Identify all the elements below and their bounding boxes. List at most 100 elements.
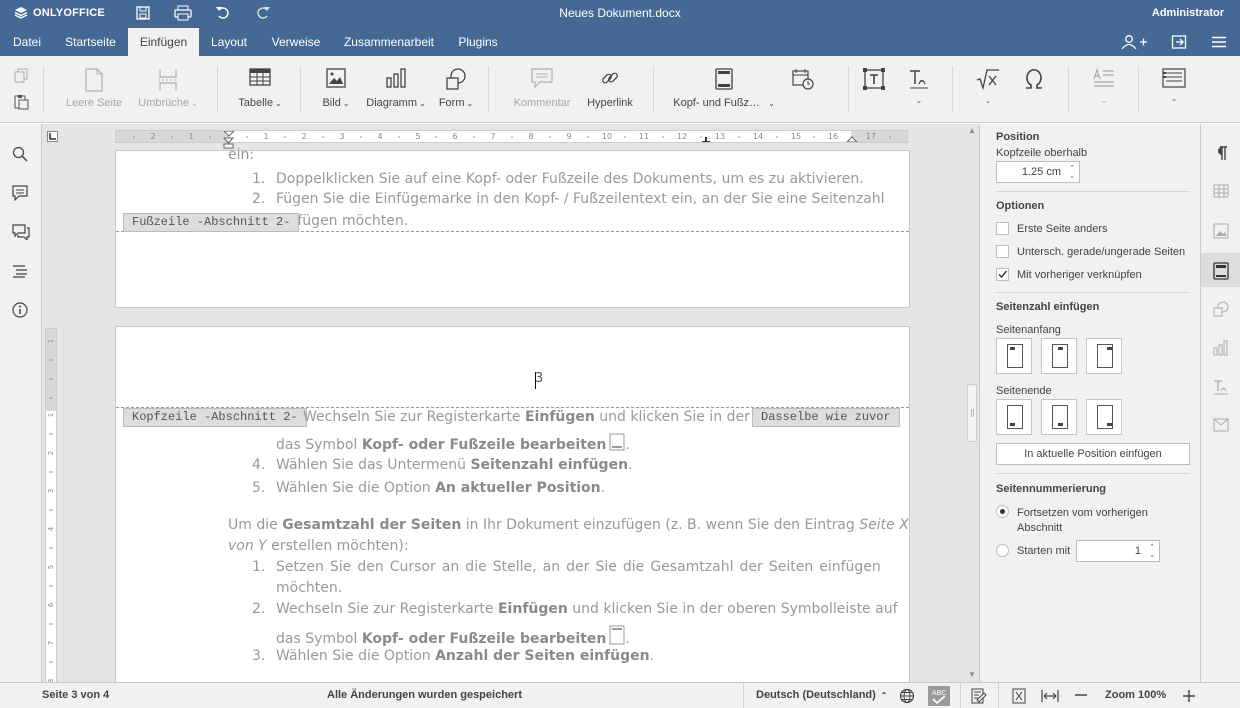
chat-icon[interactable] xyxy=(12,224,30,240)
tab-datei[interactable]: Datei xyxy=(4,28,50,56)
header-above-value: 1.25 cm xyxy=(1021,166,1061,178)
search-icon[interactable] xyxy=(12,146,28,162)
vertical-scrollbar[interactable]: ▲ ▼ xyxy=(965,124,979,682)
content-control-button[interactable]: ⌄ xyxy=(1162,68,1186,103)
tab-layout[interactable]: Layout xyxy=(203,28,255,56)
text-art-icon xyxy=(910,70,928,89)
first-page-checkbox[interactable] xyxy=(996,222,1009,235)
header-page-number[interactable]: 3 xyxy=(535,371,543,386)
document-page-3[interactable]: 3 Kopfzeile -Abschnitt 2- Dasselbe wie z… xyxy=(115,326,910,682)
table-button[interactable]: Tabelle ⌄ xyxy=(232,56,288,123)
image-settings-tab[interactable] xyxy=(1201,214,1240,248)
text-box-icon[interactable] xyxy=(863,68,885,90)
scroll-down-arrow[interactable]: ▼ xyxy=(968,670,976,679)
ruler-tick-label: 2 xyxy=(150,132,155,141)
vertical-ruler[interactable]: 1 1 2 3 4 5 6 7 8 xyxy=(45,328,57,682)
page-number-bottom-left-button[interactable] xyxy=(996,399,1032,435)
mail-merge-settings-tab[interactable] xyxy=(1201,409,1240,443)
fit-page-icon[interactable] xyxy=(1011,688,1027,704)
add-user-icon[interactable] xyxy=(1120,34,1148,50)
track-changes-icon[interactable] xyxy=(971,688,987,704)
zoom-out-icon[interactable] xyxy=(1075,694,1087,696)
footer-section-label[interactable]: Fußzeile -Abschnitt 2- xyxy=(123,213,300,232)
paste-icon[interactable] xyxy=(14,94,30,110)
menu-hamburger-icon[interactable] xyxy=(1211,36,1227,48)
start-with-radio[interactable] xyxy=(996,544,1009,557)
text-art-settings-icon xyxy=(1214,380,1228,395)
document-canvas[interactable]: 2 1 1 2 3 4 5 6 7 8 9 10 11 12 13 14 15 … xyxy=(42,124,979,682)
tab-plugins[interactable]: Plugins xyxy=(450,28,506,56)
text-language-globe-icon[interactable] xyxy=(899,688,915,704)
shape-button[interactable]: Form ⌄ xyxy=(436,56,476,123)
tab-verweise[interactable]: Verweise xyxy=(262,28,330,56)
header-footer-button[interactable]: Kopf- und Fußz… ⌄ xyxy=(668,56,780,123)
date-time-icon[interactable] xyxy=(792,68,814,90)
paragraph-settings-tab[interactable] xyxy=(1201,136,1240,170)
ruler-tick-label: 2 xyxy=(301,132,306,141)
navigation-icon[interactable] xyxy=(12,263,28,279)
about-info-icon[interactable] xyxy=(12,302,28,318)
onlyoffice-document-editor: ONLYOFFICE Neues Dokument.docx Administr… xyxy=(0,0,1240,708)
comments-icon[interactable] xyxy=(12,185,28,201)
odd-even-checkbox[interactable] xyxy=(996,245,1009,258)
page-count[interactable]: Seite 3 von 4 xyxy=(42,689,109,701)
text-art-button[interactable]: ⌄ xyxy=(908,68,930,105)
table-settings-tab[interactable] xyxy=(1201,175,1240,209)
tab-einfuegen[interactable]: Einfügen xyxy=(128,28,199,56)
continue-previous-radio[interactable] xyxy=(996,505,1009,518)
stepper-up-arrow[interactable]: ⌃ xyxy=(1069,165,1075,172)
page-number-top-right-button[interactable] xyxy=(1086,338,1122,374)
page-number-bottom-center-button[interactable] xyxy=(1041,399,1077,435)
document-page-2[interactable]: ein: 1. Doppelklicken Sie auf eine Kopf-… xyxy=(115,147,910,308)
status-bar: Seite 3 von 4 Alle Änderungen wurden ges… xyxy=(0,682,1240,708)
chart-button[interactable]: Diagramm ⌄ xyxy=(362,56,430,123)
link-previous-checkbox[interactable] xyxy=(996,268,1009,281)
list-number: 1. xyxy=(252,559,266,575)
drop-cap-icon xyxy=(1093,68,1114,87)
tab-stop-selector[interactable] xyxy=(47,131,58,142)
page-number-top-center-button[interactable] xyxy=(1041,338,1077,374)
equation-button[interactable]: ⌄ xyxy=(976,68,1000,105)
shape-settings-tab[interactable] xyxy=(1201,292,1240,326)
drop-cap-button[interactable]: ⌄ xyxy=(1093,68,1115,105)
page-number-title: Seitenzahl einfügen xyxy=(996,301,1100,313)
chart-settings-tab[interactable] xyxy=(1201,331,1240,365)
scroll-up-arrow[interactable]: ▲ xyxy=(968,126,976,135)
left-sidebar xyxy=(0,124,42,682)
stepper-down-arrow[interactable]: ⌄ xyxy=(1069,173,1075,180)
stepper-up-arrow[interactable]: ⌃ xyxy=(1149,544,1155,551)
start-with-stepper[interactable]: 1 ⌃ ⌄ xyxy=(1076,540,1160,562)
tab-zusammenarbeit[interactable]: Zusammenarbeit xyxy=(336,28,442,56)
insert-current-position-button[interactable]: In aktuelle Position einfügen xyxy=(996,443,1190,465)
header-section-label[interactable]: Kopfzeile -Abschnitt 2- xyxy=(123,408,307,427)
breaks-button[interactable]: Umbrüche ⌄ xyxy=(132,56,204,123)
header-footer-inline-icon xyxy=(609,625,625,645)
list-item-text: möchten. xyxy=(276,580,343,596)
tab-startseite[interactable]: Startseite xyxy=(54,28,127,56)
image-button[interactable]: Bild ⌄ xyxy=(316,56,356,123)
ruler-tick-label: 1 xyxy=(47,339,55,343)
page-number-bottom-right-button[interactable] xyxy=(1086,399,1122,435)
scrollbar-thumb[interactable] xyxy=(967,384,977,442)
spell-check-icon[interactable]: ABC xyxy=(928,686,950,706)
ruler-tick-label: 11 xyxy=(639,132,649,141)
hyperlink-button[interactable]: Hyperlink xyxy=(582,56,638,123)
page-number-top-left-button[interactable] xyxy=(996,338,1032,374)
image-settings-icon xyxy=(1213,223,1229,239)
symbol-icon[interactable] xyxy=(1023,68,1045,90)
zoom-in-icon[interactable] xyxy=(1183,690,1195,702)
right-sidebar xyxy=(1200,124,1240,682)
user-name[interactable]: Administrator xyxy=(1152,7,1224,19)
document-language[interactable]: Deutsch (Deutschland) ⌃ xyxy=(756,689,888,701)
text-art-settings-tab[interactable] xyxy=(1201,370,1240,404)
same-as-previous-label[interactable]: Dasselbe wie zuvor xyxy=(752,408,900,427)
header-above-stepper[interactable]: 1.25 cm ⌃ ⌄ xyxy=(996,161,1080,183)
stepper-down-arrow[interactable]: ⌄ xyxy=(1149,552,1155,559)
header-footer-settings-tab[interactable] xyxy=(1201,253,1240,287)
copy-icon[interactable] xyxy=(14,68,30,84)
open-location-icon[interactable] xyxy=(1171,34,1187,50)
fit-width-icon[interactable] xyxy=(1041,688,1059,704)
comment-button[interactable]: Kommentar xyxy=(508,56,576,123)
mail-merge-icon xyxy=(1213,418,1229,432)
blank-page-button[interactable]: Leere Seite xyxy=(60,56,128,123)
